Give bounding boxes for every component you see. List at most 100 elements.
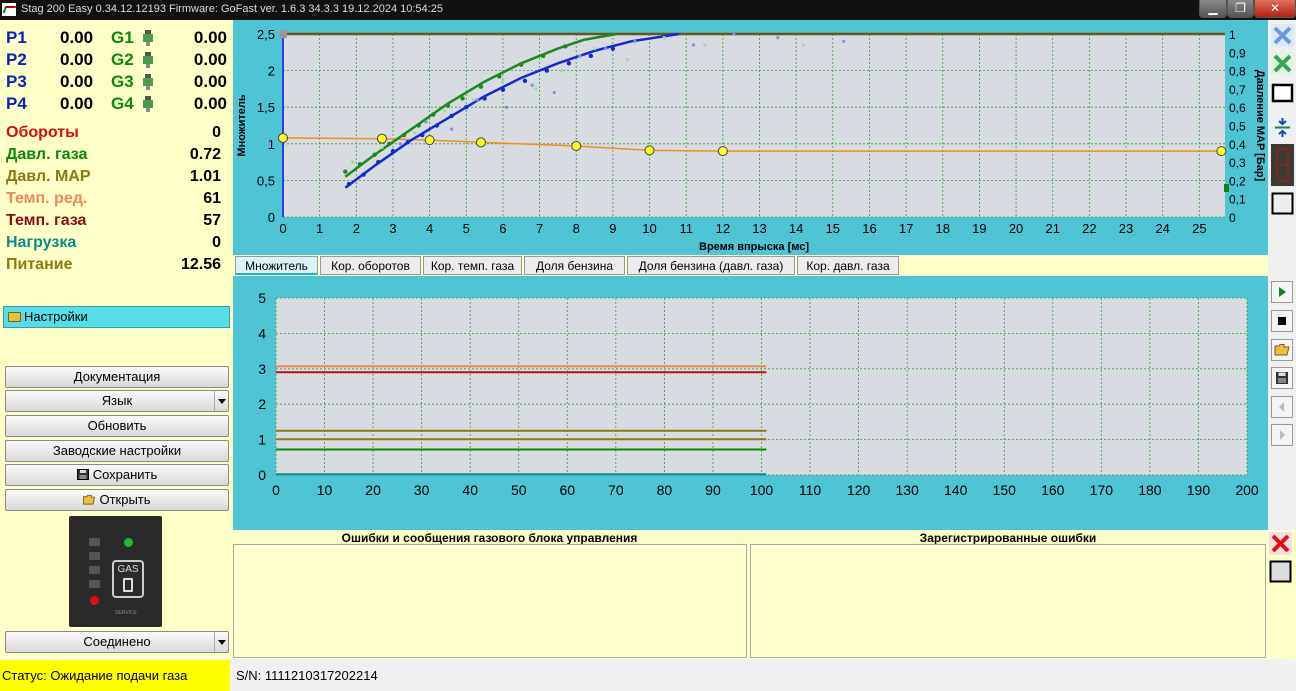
parameter-row: Нагрузка 0: [6, 234, 221, 256]
chevron-down-icon[interactable]: [214, 391, 228, 411]
chevron-down-icon[interactable]: [214, 632, 228, 652]
play-button[interactable]: [1271, 281, 1293, 303]
serial-number: S/N: 1111210317202214: [236, 668, 378, 683]
gas-channel-value: 0.00: [193, 50, 227, 69]
settings-label: Настройки: [24, 309, 88, 324]
control-point[interactable]: [571, 140, 582, 151]
factory-settings-button[interactable]: Заводские настройки: [5, 440, 229, 462]
data-point: [449, 113, 454, 119]
connection-dropdown[interactable]: Соединено: [5, 631, 229, 653]
close-green-icon[interactable]: [1271, 52, 1294, 75]
y-tick-label: 5: [258, 290, 266, 306]
documentation-button[interactable]: Документация: [5, 366, 229, 388]
language-label: Язык: [101, 393, 133, 408]
data-point: [380, 145, 384, 150]
open-label: Открыть: [99, 492, 151, 507]
parameter-row: Давл. газа 0.72: [6, 146, 221, 168]
next-button[interactable]: [1271, 424, 1293, 446]
x-tick-label: 5: [463, 221, 470, 236]
language-dropdown[interactable]: Язык: [5, 390, 229, 412]
save-button[interactable]: Сохранить: [5, 464, 229, 486]
tab-3[interactable]: Кор. темп. газа: [423, 256, 522, 275]
data-point: [566, 61, 572, 66]
injector-icon: [143, 96, 153, 112]
control-point[interactable]: [1216, 146, 1227, 157]
tab-4[interactable]: Доля бензина: [524, 256, 625, 275]
cursor-handle[interactable]: [279, 30, 287, 38]
open-log-button[interactable]: [1271, 339, 1293, 361]
red-led-indicator: [90, 596, 99, 605]
maximize-button[interactable]: ❐: [1227, 0, 1254, 18]
x-tick-label: 0: [279, 221, 286, 236]
close-window-button[interactable]: ✕: [1254, 0, 1296, 18]
injector-icon: [143, 74, 153, 90]
x-tick-label: 15: [826, 221, 840, 236]
gas-channel-value: 0.00: [193, 72, 227, 91]
update-button[interactable]: Обновить: [5, 415, 229, 437]
live-chart-frame: 0 10 20 30 40 50 60 70 80 90 100 110 120 130 140 150 160…: [233, 276, 1268, 530]
x-tick-label: 80: [657, 482, 673, 498]
tab-6[interactable]: Кор. давл. газа: [797, 256, 899, 275]
data-point: [588, 53, 594, 59]
close-blue-icon[interactable]: [1271, 24, 1294, 47]
gas-channel-value: 0.00: [193, 28, 227, 47]
minimize-button[interactable]: ▁: [1199, 0, 1227, 18]
tab-2[interactable]: Кор. оборотов: [320, 256, 421, 275]
x-tick-label: 10: [317, 482, 333, 498]
errors-toolbar: [1266, 530, 1296, 659]
data-point: [544, 68, 550, 73]
stop-button[interactable]: [1271, 310, 1293, 332]
tab-1[interactable]: Множитель: [235, 256, 318, 275]
x-tick-label: 9: [609, 221, 616, 236]
empty-box-icon[interactable]: [1269, 560, 1292, 583]
x-tick-label: 2: [353, 221, 360, 236]
control-point[interactable]: [717, 146, 728, 157]
data-point: [387, 141, 392, 146]
save-log-button[interactable]: [1271, 367, 1293, 389]
update-label: Обновить: [87, 418, 147, 433]
x-tick-label: 150: [993, 482, 1017, 498]
x-tick-label: 6: [499, 221, 506, 236]
x-tick-label: 60: [560, 482, 576, 498]
window-icon[interactable]: [1271, 81, 1294, 104]
connection-label: Соединено: [83, 634, 151, 649]
ecu-messages-box[interactable]: [233, 544, 747, 658]
x-tick-label: 22: [1082, 221, 1096, 236]
compress-icon[interactable]: [1271, 116, 1294, 139]
petrol-channel-label: P2: [6, 50, 27, 69]
control-point[interactable]: [475, 137, 486, 148]
y-tick-label: 0: [268, 210, 275, 225]
data-point: [530, 83, 534, 87]
empty-box-icon[interactable]: [1271, 192, 1294, 215]
control-point[interactable]: [376, 133, 387, 144]
y-axis-label: Множитель: [236, 94, 248, 156]
tab-5[interactable]: Доля бензина (давл. газа): [627, 256, 795, 275]
live-data-chart[interactable]: 0 10 20 30 40 50 60 70 80 90 100 110 120 130 140 150 160…: [233, 276, 1268, 530]
control-point[interactable]: [424, 135, 435, 146]
registered-errors-title: Зарегистрированные ошибки: [919, 531, 1097, 545]
data-point: [732, 32, 736, 36]
data-point: [534, 87, 538, 91]
messages-area: Ошибки и сообщения газового блока управл…: [233, 530, 1266, 659]
control-point[interactable]: [644, 145, 655, 156]
close-red-icon[interactable]: [1269, 532, 1292, 555]
registered-errors-box[interactable]: [750, 544, 1266, 658]
settings-bar[interactable]: Настройки: [3, 306, 230, 328]
control-point[interactable]: [278, 132, 288, 143]
data-point: [361, 172, 366, 177]
x-tick-label: 19: [972, 221, 986, 236]
parameter-value: 12.56: [180, 256, 221, 273]
data-point: [434, 123, 440, 128]
y2-tick-label: 1: [1229, 28, 1236, 42]
open-button[interactable]: Открыть: [5, 489, 229, 511]
prev-button[interactable]: [1271, 396, 1293, 418]
data-point: [401, 132, 407, 138]
save-disk-icon: [76, 469, 89, 480]
multiplier-chart[interactable]: 0 1 2 3 4 5 6 7 8 9 10 11 12 13 14 15 16 17 18 19 20 21 22 23 24…: [233, 20, 1268, 255]
gas-channel-label: G3: [111, 72, 134, 91]
petrol-channel-value: 0.00: [60, 28, 94, 47]
petrol-channel-value: 0.00: [60, 72, 94, 91]
gas-switch-button[interactable]: GAS: [112, 560, 144, 598]
x-tick-label: 20: [365, 482, 381, 498]
service-label: SERVICE: [115, 610, 137, 616]
